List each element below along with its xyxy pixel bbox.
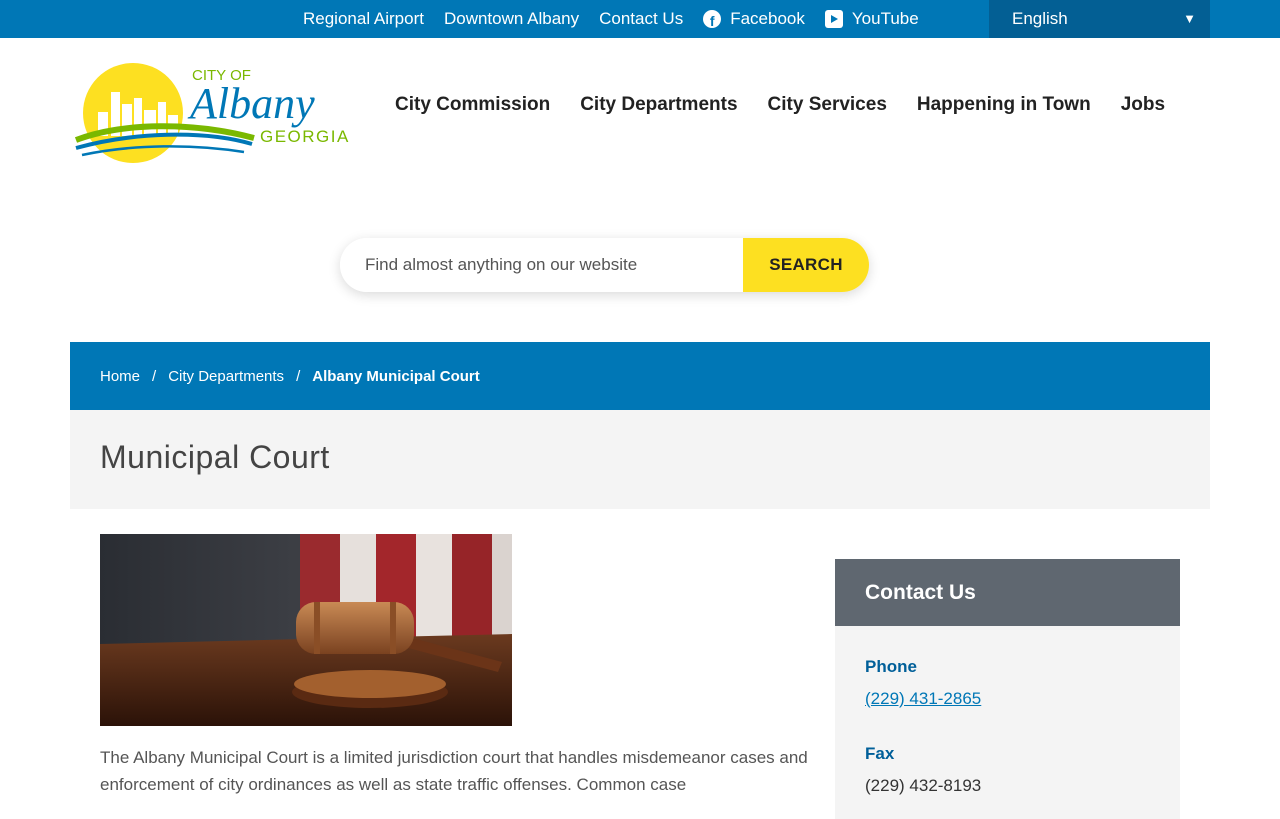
intro-paragraph: The Albany Municipal Court is a limited …	[100, 748, 808, 794]
breadcrumb-separator: /	[296, 367, 301, 385]
city-logo[interactable]: CITY OF Albany GEORGIA	[74, 60, 364, 166]
nav-city-departments[interactable]: City Departments	[580, 94, 737, 116]
nav-city-commission[interactable]: City Commission	[395, 94, 550, 116]
chevron-down-icon: ▼	[1183, 11, 1196, 26]
search-input[interactable]	[340, 238, 744, 292]
breadcrumb-city-departments[interactable]: City Departments	[168, 368, 284, 385]
language-select[interactable]: English ▼	[989, 0, 1210, 38]
albany-logo-icon: CITY OF Albany GEORGIA	[74, 63, 350, 163]
contact-us-link[interactable]: Contact Us	[599, 9, 683, 29]
youtube-label: YouTube	[851, 9, 919, 28]
youtube-link[interactable]: YouTube	[824, 9, 919, 29]
logo-name: Albany	[187, 79, 315, 128]
fax-number: (229) 432-8193	[865, 776, 982, 795]
phone-link[interactable]: (229) 431-2865	[865, 689, 981, 709]
search-button[interactable]: SEARCH	[743, 238, 869, 292]
regional-airport-link[interactable]: Regional Airport	[303, 9, 424, 29]
utility-bar: Regional Airport Downtown Albany Contact…	[0, 0, 1280, 38]
nav-jobs[interactable]: Jobs	[1121, 94, 1165, 116]
breadcrumb-separator: /	[152, 367, 157, 385]
downtown-albany-link[interactable]: Downtown Albany	[444, 9, 579, 29]
logo-state: GEORGIA	[260, 127, 350, 146]
gavel-image	[100, 534, 512, 726]
page-title: Municipal Court	[100, 439, 330, 475]
contact-card: Contact Us Phone (229) 431-2865 Fax (229…	[835, 559, 1180, 819]
contact-heading: Contact Us	[835, 559, 1180, 626]
facebook-label: Facebook	[730, 9, 805, 28]
main-nav: City Commission City Departments City Se…	[395, 94, 1165, 116]
facebook-icon: f	[703, 10, 722, 28]
language-value: English	[1012, 9, 1068, 28]
phone-label: Phone	[865, 657, 917, 676]
breadcrumb: Home / City Departments / Albany Municip…	[70, 342, 1210, 410]
youtube-icon	[824, 10, 843, 28]
facebook-link[interactable]: f Facebook	[703, 9, 805, 29]
breadcrumb-current: Albany Municipal Court	[312, 367, 480, 385]
page-title-band: Municipal Court	[70, 410, 1210, 509]
utility-links: Regional Airport Downtown Albany Contact…	[303, 0, 919, 38]
nav-happening-in-town[interactable]: Happening in Town	[917, 94, 1091, 116]
breadcrumb-home[interactable]: Home	[100, 368, 140, 385]
nav-city-services[interactable]: City Services	[768, 94, 887, 116]
fax-label: Fax	[865, 744, 895, 763]
site-search: SEARCH	[340, 238, 869, 292]
